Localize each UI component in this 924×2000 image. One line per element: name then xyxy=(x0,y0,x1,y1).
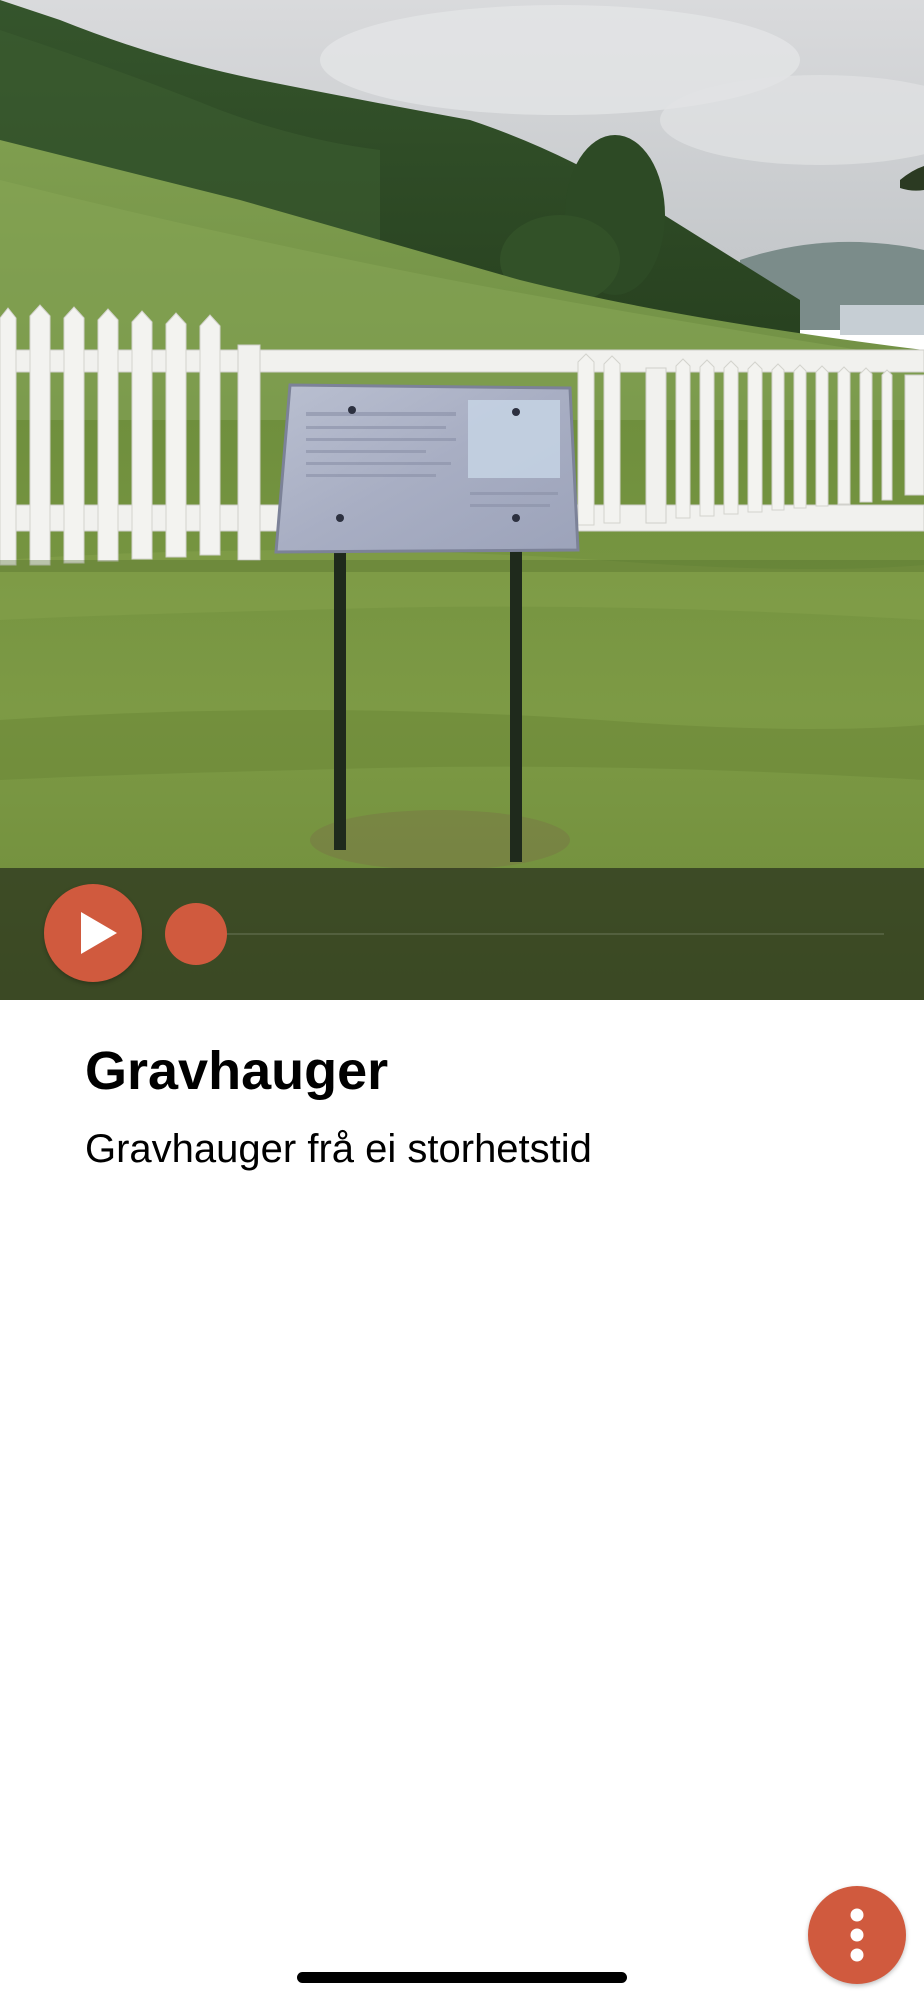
audio-progress-track[interactable] xyxy=(196,933,884,935)
play-icon xyxy=(81,912,117,954)
more-options-button[interactable] xyxy=(808,1886,906,1984)
play-button[interactable] xyxy=(44,884,142,982)
audio-progress-thumb[interactable] xyxy=(165,903,227,965)
landscape-photo xyxy=(0,0,924,1000)
vertical-dots-icon xyxy=(850,1908,864,1962)
home-indicator[interactable] xyxy=(297,1972,627,1983)
hero-image xyxy=(0,0,924,1000)
page-subtitle: Gravhauger frå ei storhetstid xyxy=(85,1127,592,1171)
page-title: Gravhauger xyxy=(85,1041,389,1101)
